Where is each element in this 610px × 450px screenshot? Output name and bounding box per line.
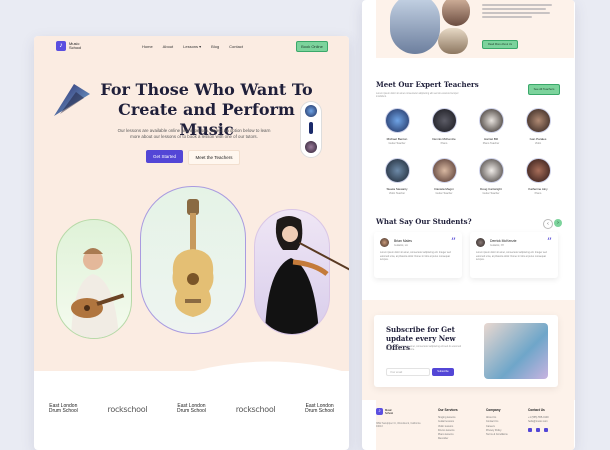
about-photo-1 xyxy=(390,0,440,54)
services-list: Singing lessons Guitar lessons Violin le… xyxy=(438,416,456,441)
ukulele-illustration xyxy=(172,199,214,317)
hero-wave xyxy=(34,361,349,391)
avatar xyxy=(431,108,457,133)
email-field[interactable]: Your email xyxy=(386,368,430,376)
partner-logo: East London Drum School xyxy=(48,403,78,414)
subscribe-text: Lorem ipsum dolor sit amet, consectetur … xyxy=(386,345,462,352)
about-photo-3 xyxy=(438,28,468,54)
landing-page-card: ♪ Music School Home About Lessons ▾ Blog… xyxy=(34,36,349,450)
subscribe-photo xyxy=(484,323,548,379)
about-photo-2 xyxy=(442,0,470,26)
violinist-image xyxy=(254,209,330,335)
violinist-illustration xyxy=(265,216,329,334)
teacher-card[interactable]: Dennis McKenzie Piano xyxy=(429,108,459,145)
avatar xyxy=(478,158,504,183)
teacher-card[interactable]: Doug Cartwright Guitar Teacher xyxy=(476,158,506,195)
chevron-left-icon[interactable]: ‹ xyxy=(543,219,553,229)
quote-icon: ” xyxy=(546,237,552,248)
instagram-icon[interactable] xyxy=(536,427,540,432)
about-text xyxy=(482,4,552,20)
footer: ♪ Music School 3892 Sandpiper Ct, Woodst… xyxy=(376,400,574,450)
avatar xyxy=(525,158,551,183)
partner-logo: East London Drum School xyxy=(177,403,206,414)
hero-subtitle: Our lessons are available online and in … xyxy=(117,128,271,139)
teachers-title: Meet Our Expert Teachers xyxy=(376,80,479,89)
avatar xyxy=(476,238,485,247)
hero-section: ♪ Music School Home About Lessons ▾ Blog… xyxy=(34,36,349,391)
teacher-card[interactable]: Steela Stewarty Violin Teacher xyxy=(382,158,412,195)
footer-logo[interactable]: ♪ Music School xyxy=(376,408,399,415)
email-text[interactable]: hello@music.com xyxy=(528,420,549,424)
about-section: Read More About Us xyxy=(376,0,574,58)
footer-address: 3892 Sandpiper Ct, Woodstock, California… xyxy=(376,422,421,429)
nav-blog[interactable]: Blog xyxy=(211,44,219,49)
partner-logo: East London Drum School xyxy=(305,403,335,414)
avatar xyxy=(380,238,389,247)
avatar xyxy=(384,108,410,133)
navbar: ♪ Music School Home About Lessons ▾ Blog… xyxy=(34,36,349,58)
media-thumb-1[interactable] xyxy=(305,105,317,117)
quote-icon: ” xyxy=(450,237,456,248)
inner-page-card: Read More About Us Meet Our Expert Teach… xyxy=(362,0,575,450)
media-switcher xyxy=(300,101,322,158)
logo[interactable]: ♪ Music School xyxy=(56,41,87,51)
decorative-shape xyxy=(54,84,90,116)
ukulele-image xyxy=(140,186,246,334)
subscribe-button[interactable]: Subscribe xyxy=(432,368,454,376)
avatar xyxy=(478,108,504,133)
music-note-icon: ♪ xyxy=(376,408,383,415)
subscribe-card: Subscribe for Get update every New Offer… xyxy=(374,315,558,387)
music-note-icon: ♪ xyxy=(56,41,66,51)
teacher-card[interactable]: Katherine Ainy Piano xyxy=(523,158,553,195)
media-indicator xyxy=(309,122,313,134)
nav-lessons[interactable]: Lessons ▾ xyxy=(183,44,201,49)
nav-about[interactable]: About xyxy=(163,44,173,49)
twitter-icon[interactable] xyxy=(544,427,548,432)
company-list: About Us Contact Us Careers Privacy Poli… xyxy=(486,416,508,437)
logo-text: Music School xyxy=(69,40,82,50)
students-title: What Say Our Students? xyxy=(376,217,472,226)
review-card: Brian Males Guitarist, LA ” Lorem ipsum … xyxy=(374,232,462,278)
get-started-button[interactable]: Get Started xyxy=(146,150,183,163)
partner-logo: rockschool xyxy=(235,404,276,414)
read-more-button[interactable]: Read More About Us xyxy=(482,40,518,49)
review-card: Derrick McKenzie Guitarist, NY ” Lorem i… xyxy=(470,232,558,278)
partner-logo: rockschool xyxy=(107,404,148,414)
nav-contact[interactable]: Contact xyxy=(229,44,243,49)
teacher-card[interactable]: Harriet Bill Piano Teacher xyxy=(476,108,506,145)
see-all-teachers-button[interactable]: See All Teachers xyxy=(528,84,560,95)
guitarist-illustration xyxy=(71,248,125,338)
teacher-card[interactable]: Daniela Magni Guitar Teacher xyxy=(429,158,459,195)
guitarist-image xyxy=(56,219,132,339)
facebook-icon[interactable] xyxy=(528,427,532,432)
contact-list: +1 (555) 555-0100 hello@music.com xyxy=(528,416,549,432)
nav-links: Home About Lessons ▾ Blog Contact xyxy=(142,44,243,49)
teachers-subtitle: Lorem ipsum dolor sit amet consectetur a… xyxy=(376,92,459,99)
avatar xyxy=(384,158,410,183)
partner-logos: East London Drum School rockschool East L… xyxy=(34,404,349,414)
teacher-card[interactable]: Ivan Parales Violin xyxy=(523,108,553,145)
chevron-right-icon[interactable]: › xyxy=(554,219,562,227)
meet-teachers-button[interactable]: Meet the Teachers xyxy=(188,150,240,165)
teacher-card[interactable]: Michael Benton Guitar Teacher xyxy=(382,108,412,145)
nav-home[interactable]: Home xyxy=(142,44,153,49)
social-links xyxy=(528,427,549,432)
avatar xyxy=(525,108,551,133)
avatar xyxy=(431,158,457,183)
media-thumb-2[interactable] xyxy=(305,141,317,153)
book-online-button[interactable]: Book Online xyxy=(296,41,328,52)
